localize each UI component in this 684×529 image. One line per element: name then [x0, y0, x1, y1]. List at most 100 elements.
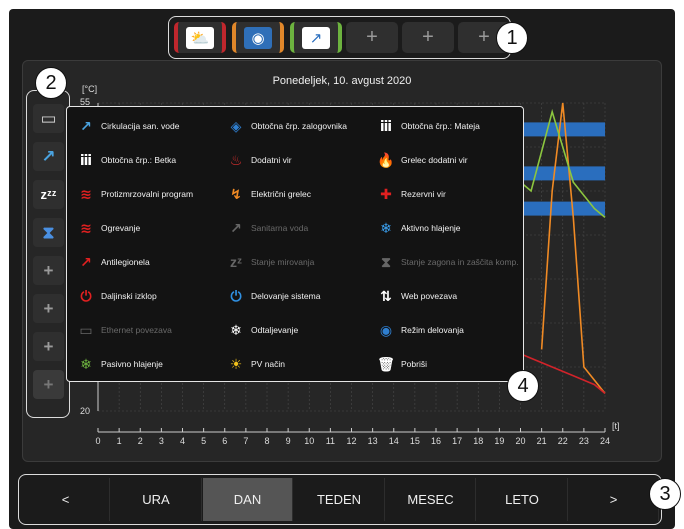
pv-sun-icon: ☀: [229, 355, 243, 372]
menu-item-label: Pobriši: [401, 359, 427, 369]
antilegionella-icon: ↗: [80, 253, 92, 270]
menu-item-label: Dodatni vir: [251, 155, 292, 165]
menu-item-13[interactable]: ↗ Antilegionela: [69, 245, 221, 279]
up-down-arrows-icon: ⇅: [380, 287, 392, 304]
ethernet-icon: ▭: [79, 321, 93, 338]
menu-item-6[interactable]: 🔥 Grelec dodatni vir: [369, 143, 521, 177]
menu-item-label: Web povezava: [401, 291, 458, 301]
x-tick-label: 23: [579, 436, 589, 446]
source-selection-popup: ↗ Cirkulacija san. vode ◈ Obtočna črp. zalo…: [66, 106, 524, 382]
menu-item-7[interactable]: ≋ Protizmrzovalni program: [69, 177, 221, 211]
storage-pump-icon: ◈: [230, 117, 242, 134]
menu-item-8[interactable]: ↯ Električni grelec: [219, 177, 371, 211]
remote-off-icon: ⏻: [80, 287, 92, 304]
x-tick-label: 5: [201, 436, 206, 446]
menu-item-12[interactable]: ❄ Aktivno hlajenje: [369, 211, 521, 245]
menu-item-label: Aktivno hlajenje: [401, 223, 461, 233]
period-navigation: < URA DAN TEDEN MESEC LETO >: [18, 474, 662, 525]
menu-item-21[interactable]: ◉ Režim delovanja: [369, 313, 521, 347]
menu-item-label: Stanje mirovanja: [251, 257, 315, 267]
x-tick-label: 20: [515, 436, 525, 446]
x-tick-label: 13: [368, 436, 378, 446]
menu-item-label: Režim delovanja: [401, 325, 464, 335]
menu-item-18[interactable]: ⇅ Web povezava: [369, 279, 521, 313]
passive-cooling-icon: ❄: [80, 355, 92, 372]
menu-item-20[interactable]: ❄ Odtaljevanje: [219, 313, 371, 347]
menu-item-label: Odtaljevanje: [251, 325, 299, 335]
menu-item-label: Pasivno hlajenje: [101, 359, 163, 369]
heating-icon: ≋: [80, 219, 92, 236]
nav-leto-button[interactable]: LETO: [477, 478, 568, 521]
menu-item-19[interactable]: ▭ Ethernet povezava: [69, 313, 221, 347]
menu-item-3[interactable]: ⅲ Obtočna črp.: Mateja: [369, 109, 521, 143]
menu-item-15[interactable]: ⧗ Stanje zagona in zaščita komp.: [369, 245, 521, 279]
antifreeze-icon: ≋: [80, 185, 92, 202]
x-tick-label: 21: [537, 436, 547, 446]
menu-item-label: Obtočna črp.: Betka: [101, 155, 177, 165]
menu-item-1[interactable]: ↗ Cirkulacija san. vode: [69, 109, 221, 143]
trash-icon: 🗑: [377, 355, 395, 372]
menu-item-label: Ethernet povezava: [101, 325, 172, 335]
menu-item-11[interactable]: ↗ Sanitarna voda: [219, 211, 371, 245]
status-band-2: [520, 166, 605, 181]
sleep-icon: zᶻ: [229, 254, 243, 270]
menu-item-23[interactable]: ☀ PV način: [219, 347, 371, 381]
menu-item-label: Rezervni vir: [401, 189, 446, 199]
hourglass-icon: ⧗: [381, 253, 391, 270]
menu-item-9[interactable]: ✚ Rezervni vir: [369, 177, 521, 211]
nav-next-button[interactable]: >: [569, 478, 659, 521]
menu-item-2[interactable]: ◈ Obtočna črp. zalogovnika: [219, 109, 371, 143]
menu-item-5[interactable]: ♨ Dodatni vir: [219, 143, 371, 177]
menu-item-10[interactable]: ≋ Ogrevanje: [69, 211, 221, 245]
x-tick-label: 0: [95, 436, 100, 446]
menu-item-label: Stanje zagona in zaščita komp.: [401, 257, 519, 267]
menu-item-label: Obtočna črp. zalogovnika: [251, 121, 347, 131]
nav-dan-button[interactable]: DAN: [203, 478, 293, 521]
shower-icon: ↗: [230, 219, 242, 236]
x-tick-label: 10: [304, 436, 314, 446]
radiator-2-icon: ⅲ: [79, 151, 93, 168]
x-tick-label: 14: [389, 436, 399, 446]
menu-item-label: Ogrevanje: [101, 223, 141, 233]
menu-item-label: PV način: [251, 359, 286, 369]
menu-item-label: Cirkulacija san. vode: [101, 121, 180, 131]
menu-item-label: Sanitarna voda: [251, 223, 309, 233]
x-tick-label: 4: [180, 436, 185, 446]
x-tick-label: 18: [473, 436, 483, 446]
menu-item-17[interactable]: ⏻ Delovanje sistema: [219, 279, 371, 313]
snowflake-icon: ❄: [380, 219, 392, 236]
nav-teden-button[interactable]: TEDEN: [294, 478, 385, 521]
menu-item-24[interactable]: 🗑 Pobriši: [369, 347, 521, 381]
x-tick-label: 17: [452, 436, 462, 446]
status-band-3: [520, 201, 605, 216]
callout-marker-3: 3: [649, 478, 681, 510]
nav-prev-button[interactable]: <: [22, 478, 110, 521]
menu-item-label: Antilegionela: [101, 257, 150, 267]
x-tick-label: 7: [243, 436, 248, 446]
menu-item-14[interactable]: zᶻ Stanje mirovanja: [219, 245, 371, 279]
x-tick-label: 19: [494, 436, 504, 446]
electric-heater-icon: ↯: [230, 185, 242, 202]
x-tick-label: 11: [326, 436, 335, 446]
menu-item-label: Grelec dodatni vir: [401, 155, 468, 165]
menu-item-4[interactable]: ⅲ Obtočna črp.: Betka: [69, 143, 221, 177]
circulation-shower-icon: ↗: [80, 117, 92, 134]
extra-source-icon: ♨: [229, 151, 243, 168]
series-line-1: [540, 102, 606, 394]
x-tick-label: 9: [286, 436, 291, 446]
reserve-source-icon: ✚: [380, 185, 392, 202]
nav-ura-button[interactable]: URA: [111, 478, 202, 521]
radiator-1-icon: ⅲ: [379, 117, 393, 134]
nav-mesec-button[interactable]: MESEC: [386, 478, 476, 521]
defrost-icon: ❄: [230, 321, 242, 338]
menu-item-label: Električni grelec: [251, 189, 311, 199]
menu-item-label: Delovanje sistema: [251, 291, 321, 301]
menu-item-16[interactable]: ⏻ Daljinski izklop: [69, 279, 221, 313]
x-tick-label: 22: [558, 436, 568, 446]
x-tick-label: 12: [346, 436, 356, 446]
menu-item-22[interactable]: ❄ Pasivno hlajenje: [69, 347, 221, 381]
power-icon: ⏻: [230, 287, 242, 304]
flame-icon: 🔥: [377, 151, 395, 168]
x-tick-label: 2: [138, 436, 143, 446]
status-band-1: [520, 122, 605, 137]
